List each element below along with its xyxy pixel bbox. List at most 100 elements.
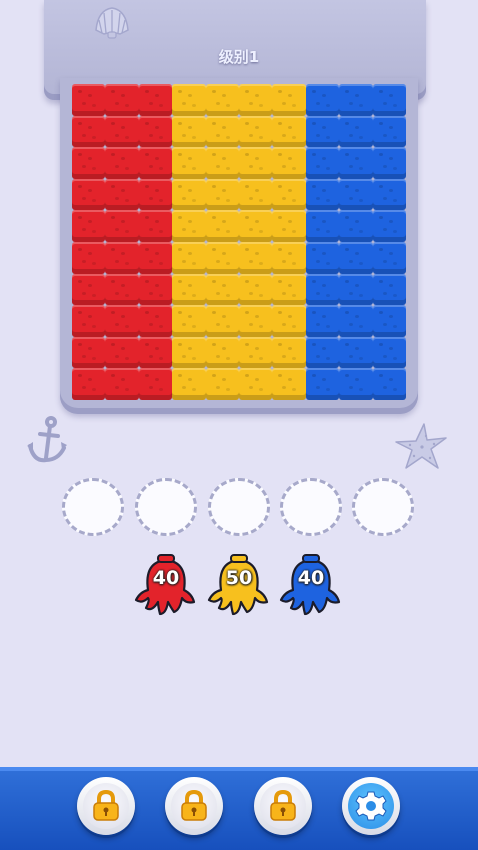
yellow-cube[interactable] (205, 305, 239, 337)
yellow-cube[interactable] (172, 115, 206, 148)
red-cube[interactable] (105, 147, 139, 179)
blue-octopus-counter[interactable]: 40 (279, 554, 343, 622)
red-cube[interactable] (105, 336, 139, 369)
blue-cube[interactable] (339, 84, 373, 116)
blue-cube[interactable] (305, 368, 340, 400)
yellow-cube[interactable] (272, 147, 306, 179)
yellow-cube[interactable] (239, 178, 273, 211)
yellow-cube[interactable] (172, 336, 206, 369)
yellow-cube[interactable] (172, 368, 206, 400)
yellow-cube[interactable] (205, 273, 239, 306)
blue-cube[interactable] (372, 242, 406, 274)
red-cube[interactable] (72, 178, 106, 211)
red-cube[interactable] (138, 336, 173, 369)
yellow-cube[interactable] (205, 147, 239, 179)
blue-cube[interactable] (372, 336, 406, 369)
yellow-cube[interactable] (172, 242, 206, 274)
red-cube[interactable] (72, 368, 106, 400)
yellow-cube[interactable] (172, 147, 206, 179)
yellow-cube[interactable] (172, 305, 206, 337)
yellow-cube[interactable] (272, 305, 306, 337)
cube-board[interactable] (72, 84, 406, 400)
red-cube[interactable] (72, 147, 106, 179)
red-cube[interactable] (105, 210, 139, 242)
blue-cube[interactable] (339, 336, 373, 369)
red-cube[interactable] (138, 368, 173, 400)
blue-cube[interactable] (372, 210, 406, 242)
blue-cube[interactable] (305, 336, 340, 369)
slot-1[interactable] (62, 478, 124, 536)
blue-cube[interactable] (372, 84, 406, 116)
yellow-cube[interactable] (272, 115, 306, 148)
blue-cube[interactable] (339, 242, 373, 274)
red-cube[interactable] (138, 273, 173, 306)
yellow-cube[interactable] (272, 368, 306, 400)
blue-cube[interactable] (339, 210, 373, 242)
red-cube[interactable] (72, 84, 106, 116)
yellow-cube[interactable] (205, 84, 239, 116)
red-cube[interactable] (138, 178, 173, 211)
slot-5[interactable] (352, 478, 414, 536)
blue-cube[interactable] (372, 147, 406, 179)
red-cube[interactable] (72, 115, 106, 148)
yellow-cube[interactable] (239, 336, 273, 369)
yellow-cube[interactable] (205, 242, 239, 274)
locked-booster-button-2[interactable] (165, 777, 223, 835)
yellow-cube[interactable] (239, 115, 273, 148)
blue-cube[interactable] (339, 178, 373, 211)
red-cube[interactable] (105, 242, 139, 274)
red-cube[interactable] (72, 210, 106, 242)
blue-cube[interactable] (305, 178, 340, 211)
red-cube[interactable] (72, 273, 106, 306)
yellow-cube[interactable] (239, 84, 273, 116)
red-cube[interactable] (138, 305, 173, 337)
red-cube[interactable] (105, 178, 139, 211)
red-cube[interactable] (72, 305, 106, 337)
red-cube[interactable] (138, 147, 173, 179)
yellow-cube[interactable] (205, 336, 239, 369)
red-cube[interactable] (105, 305, 139, 337)
blue-cube[interactable] (372, 368, 406, 400)
blue-cube[interactable] (372, 178, 406, 211)
slot-2[interactable] (135, 478, 197, 536)
yellow-cube[interactable] (205, 210, 239, 242)
yellow-cube[interactable] (172, 210, 206, 242)
blue-cube[interactable] (339, 115, 373, 148)
red-cube[interactable] (138, 84, 173, 116)
red-cube[interactable] (105, 115, 139, 148)
slot-3[interactable] (208, 478, 270, 536)
blue-cube[interactable] (372, 305, 406, 337)
red-cube[interactable] (138, 210, 173, 242)
yellow-cube[interactable] (172, 84, 206, 116)
blue-cube[interactable] (339, 305, 373, 337)
red-octopus-counter[interactable]: 40 (134, 554, 198, 622)
blue-cube[interactable] (339, 147, 373, 179)
yellow-cube[interactable] (239, 147, 273, 179)
red-cube[interactable] (72, 336, 106, 369)
blue-cube[interactable] (339, 368, 373, 400)
blue-cube[interactable] (305, 305, 340, 337)
blue-cube[interactable] (372, 115, 406, 148)
locked-booster-button-3[interactable] (254, 777, 312, 835)
yellow-cube[interactable] (205, 178, 239, 211)
red-cube[interactable] (105, 273, 139, 306)
red-cube[interactable] (138, 115, 173, 148)
blue-cube[interactable] (305, 210, 340, 242)
yellow-cube[interactable] (172, 178, 206, 211)
slot-4[interactable] (280, 478, 342, 536)
yellow-cube[interactable] (239, 210, 273, 242)
yellow-cube[interactable] (172, 273, 206, 306)
yellow-cube[interactable] (239, 305, 273, 337)
blue-cube[interactable] (305, 273, 340, 306)
yellow-cube[interactable] (205, 115, 239, 148)
yellow-octopus-counter[interactable]: 50 (207, 554, 271, 622)
yellow-cube[interactable] (272, 336, 306, 369)
settings-button[interactable] (342, 777, 400, 835)
red-cube[interactable] (105, 84, 139, 116)
yellow-cube[interactable] (272, 84, 306, 116)
yellow-cube[interactable] (272, 178, 306, 211)
blue-cube[interactable] (339, 273, 373, 306)
blue-cube[interactable] (305, 147, 340, 179)
blue-cube[interactable] (372, 273, 406, 306)
blue-cube[interactable] (305, 115, 340, 148)
